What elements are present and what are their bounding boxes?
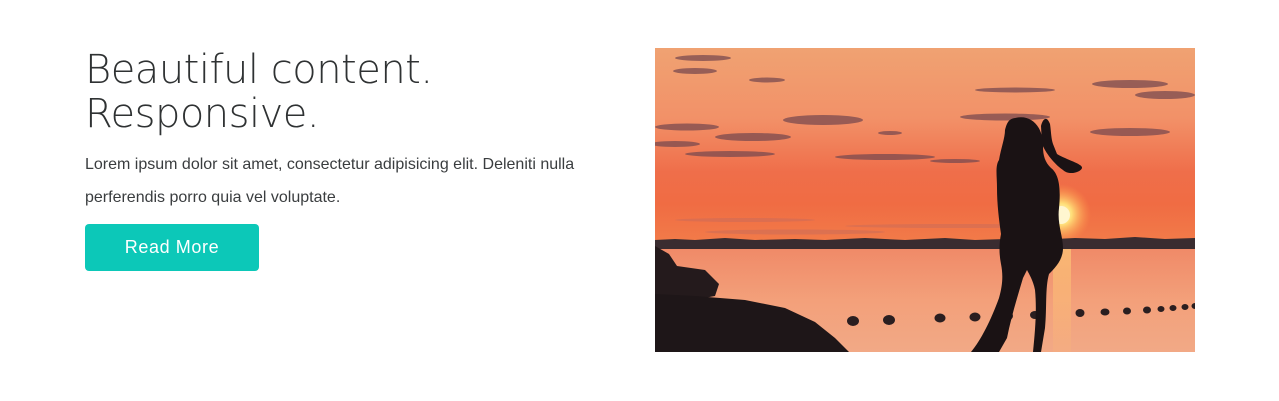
feature-description: Lorem ipsum dolor sit amet, consectetur … (85, 156, 575, 206)
feature-headline: Beautiful content. Responsive. (85, 48, 605, 136)
feature-text: Beautiful content. Responsive. Lorem ips… (85, 48, 605, 214)
headline-line-1: Beautiful content. (85, 47, 433, 93)
read-more-button[interactable]: Read More (85, 224, 259, 271)
sunset-photo (655, 48, 1195, 352)
headline-line-2: Responsive. (85, 91, 320, 137)
feature-section: Beautiful content. Responsive. Lorem ips… (0, 0, 1279, 401)
